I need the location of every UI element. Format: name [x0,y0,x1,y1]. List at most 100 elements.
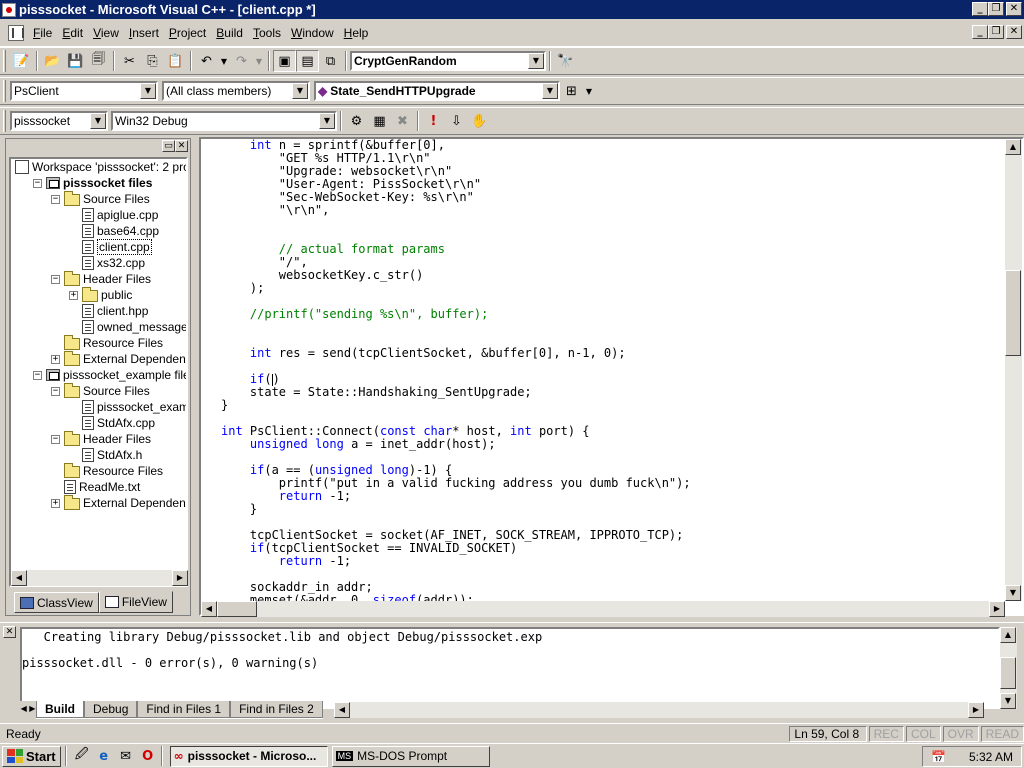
menu-window[interactable]: Window [286,23,339,43]
expand-icon[interactable]: + [69,290,78,300]
outlook-express-icon[interactable]: ✉ [116,746,136,766]
breakpoint-hand-icon[interactable]: ✋ [468,110,491,132]
workspace-maximize-button[interactable]: ▭ [162,140,175,152]
window-list-icon[interactable]: ⧉ [319,50,342,72]
show-desktop-icon[interactable]: 🖉 [72,746,92,766]
output-toggle-icon[interactable]: ▤ [296,50,319,72]
scheduler-icon[interactable]: 📅 [931,750,946,764]
minimize-button[interactable]: _ [972,2,988,16]
doc-restore-button[interactable]: ❐ [988,25,1004,39]
chevron-down-icon[interactable]: ▼ [319,113,335,129]
tree-item[interactable]: xs32.cpp [69,255,145,271]
tree-item[interactable]: Workspace 'pisssocket': 2 proje [15,159,186,175]
opera-icon[interactable]: O [138,746,158,766]
wizard-dropdown-icon[interactable]: ▼ [583,80,595,102]
stop-build-icon[interactable]: ✖ [391,110,414,132]
tree-item[interactable]: pisssocket_exampl [69,399,186,415]
menu-edit[interactable]: Edit [57,23,88,43]
menu-help[interactable]: Help [339,23,374,43]
internet-explorer-icon[interactable]: e [94,746,114,766]
scroll-up-icon[interactable]: ▲ [1000,627,1016,643]
wizard-action-icon[interactable]: ⊞ [560,80,583,102]
tab-scroll-left-icon[interactable]: ◀ ▶ [20,701,36,718]
chevron-down-icon[interactable]: ▼ [140,83,156,99]
scroll-left-icon[interactable]: ◀ [11,570,27,586]
function-combo[interactable]: ◆ State_SendHTTPUpgrade ▼ [314,81,560,101]
menu-view[interactable]: View [88,23,124,43]
tab-build[interactable]: Build [36,701,84,718]
undo-icon[interactable]: ↶ [195,50,218,72]
paste-icon[interactable]: 📋 [164,50,187,72]
expand-icon[interactable]: + [51,354,60,364]
tree-item[interactable]: + External Dependencies [51,495,186,511]
redo-dropdown-icon[interactable]: ▼ [253,50,265,72]
compile-icon[interactable]: ⚙ [345,110,368,132]
tree-item[interactable]: Resource Files [51,335,163,351]
output-vscrollbar[interactable]: ▲ ▼ [1000,627,1017,709]
menu-build[interactable]: Build [211,23,248,43]
tree-item[interactable]: owned_message.h [69,319,186,335]
scroll-right-icon[interactable]: ▶ [968,702,984,718]
menu-file[interactable]: File [28,23,57,43]
tab-debug[interactable]: Debug [84,701,138,718]
output-hscrollbar[interactable]: ◀ ▶ [334,702,984,718]
start-button[interactable]: Start [2,745,61,767]
execute-icon[interactable]: ! [422,110,445,132]
menu-tools[interactable]: Tools [248,23,286,43]
redo-icon[interactable]: ↷ [230,50,253,72]
clock[interactable]: 5:32 AM [969,750,1013,764]
tree-item[interactable]: − pisssocket_example files [33,367,186,383]
tree-item[interactable]: StdAfx.h [69,447,142,463]
scroll-right-icon[interactable]: ▶ [989,601,1005,617]
tree-item[interactable]: client.cpp [69,239,152,255]
tree-item[interactable]: ReadMe.txt [51,479,140,495]
config-combo[interactable]: Win32 Debug ▼ [111,111,337,131]
tree-item[interactable]: base64.cpp [69,223,159,239]
save-icon[interactable]: 💾 [64,50,87,72]
workspace-toggle-icon[interactable]: ▣ [273,50,296,72]
go-debug-icon[interactable]: ⇩ [445,110,468,132]
editor-vscrollbar[interactable]: ▲ ▼ [1005,139,1022,601]
tree-item[interactable]: StdAfx.cpp [69,415,155,431]
close-button[interactable]: ✕ [1006,2,1022,16]
collapse-icon[interactable]: − [51,386,60,396]
cut-icon[interactable]: ✂ [118,50,141,72]
tree-item[interactable]: apiglue.cpp [69,207,158,223]
editor-vscroll-thumb[interactable] [1005,270,1021,356]
tree-item[interactable]: Resource Files [51,463,163,479]
taskbar-item-ms-dos[interactable]: MS MS-DOS Prompt [331,745,490,767]
tree-item[interactable]: − pisssocket files [33,175,152,191]
collapse-icon[interactable]: − [51,194,60,204]
output-text[interactable]: Creating library Debug/pisssocket.lib an… [20,627,1000,709]
tree-item[interactable]: + External Dependencies [51,351,186,367]
menu-project[interactable]: Project [164,23,211,43]
collapse-icon[interactable]: − [33,178,42,188]
new-text-file-icon[interactable]: 📝 [10,50,33,72]
copy-icon[interactable]: ⎘ [141,50,164,72]
doc-close-button[interactable]: ✕ [1006,25,1022,39]
chevron-down-icon[interactable]: ▼ [528,53,544,69]
app-icon[interactable] [2,2,16,17]
tree-item[interactable]: − Source Files [51,383,150,399]
find-combo[interactable]: CryptGenRandom ▼ [350,51,546,71]
chevron-down-icon[interactable]: ▼ [292,83,308,99]
chevron-down-icon[interactable]: ▼ [90,113,106,129]
workspace-hscrollbar[interactable]: ◀ ▶ [11,570,188,586]
project-combo[interactable]: pisssocket ▼ [10,111,108,131]
workspace-close-button[interactable]: ✕ [175,140,188,152]
file-tree[interactable]: Workspace 'pisssocket': 2 proje − pisssock… [9,157,188,587]
tree-item[interactable]: − Header Files [51,431,151,447]
scroll-right-icon[interactable]: ▶ [172,570,188,586]
build-icon[interactable]: ▦ [368,110,391,132]
scroll-down-icon[interactable]: ▼ [1005,585,1021,601]
taskbar-item-visual-cpp[interactable]: ∞ pisssocket - Microso... [169,745,328,767]
scroll-up-icon[interactable]: ▲ [1005,139,1021,155]
open-icon[interactable]: 📂 [41,50,64,72]
output-close-button[interactable]: ✕ [3,626,16,638]
scroll-left-icon[interactable]: ◀ [334,702,350,718]
document-icon[interactable] [8,24,24,41]
expand-icon[interactable]: + [51,498,60,508]
tree-item[interactable]: client.hpp [69,303,148,319]
save-all-icon[interactable]: 🗐 [87,50,110,72]
tree-item[interactable]: − Source Files [51,191,150,207]
